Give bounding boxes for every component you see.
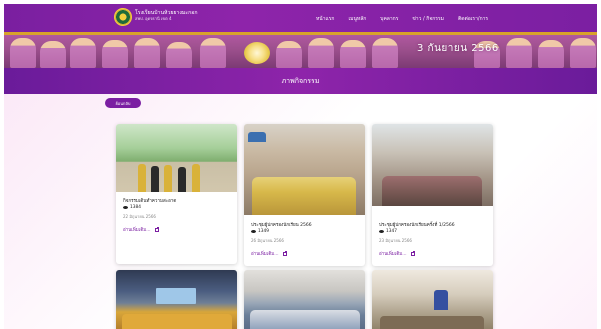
read-more-link[interactable]: อ่านเพิ่มเติม... bbox=[379, 250, 415, 257]
card-views: 1347 bbox=[379, 229, 397, 234]
photo-person bbox=[138, 164, 146, 192]
menu-item-news[interactable]: ข่าว / กิจกรรม bbox=[412, 15, 444, 23]
activity-photo[interactable] bbox=[372, 124, 493, 206]
card-views: 1349 bbox=[251, 229, 269, 234]
page-title: ภาพกิจกรรม bbox=[281, 76, 320, 85]
activity-photo[interactable] bbox=[116, 124, 237, 192]
photo-crowd bbox=[250, 310, 360, 329]
site-subtitle: สพป. อุดรธานี เขต 4 bbox=[135, 16, 172, 21]
browser-viewport: โรงเรียนบ้านห้วยยางมะกอก สพป. อุดรธานี เ… bbox=[4, 4, 597, 329]
banner-person bbox=[276, 41, 302, 68]
card-date: 22 มิถุนายน 2566 bbox=[123, 214, 156, 219]
activity-card[interactable] bbox=[116, 270, 237, 329]
site-brand[interactable]: โรงเรียนบ้านห้วยยางมะกอก สพป. อุดรธานี เ… bbox=[135, 10, 197, 22]
activity-photo[interactable] bbox=[244, 124, 365, 215]
back-button[interactable]: ย้อนกลับ bbox=[105, 98, 141, 108]
photo-person bbox=[192, 164, 200, 192]
photo-flag bbox=[434, 290, 448, 310]
read-more-link[interactable]: อ่านเพิ่มเติม... bbox=[251, 250, 287, 257]
menu-item-main[interactable]: เมนูหลัก bbox=[348, 15, 366, 23]
activity-card[interactable]: กิจกรรมเดินทำความสะอาด 1384 22 มิถุนายน … bbox=[116, 124, 237, 264]
hero-banner: 3 กันยายน 2566 bbox=[4, 32, 597, 68]
banner-person bbox=[372, 38, 398, 68]
card-views: 1384 bbox=[123, 205, 141, 210]
banner-person bbox=[308, 38, 334, 68]
banner-person bbox=[166, 42, 192, 68]
card-date: 23 มิถุนายน 2566 bbox=[379, 238, 412, 243]
activity-photo[interactable] bbox=[244, 270, 365, 329]
eye-icon bbox=[379, 230, 384, 233]
activity-card[interactable] bbox=[244, 270, 365, 329]
gallery-content: ย้อนกลับ กิจกรรมเดินทำความสะอาด 1384 22 … bbox=[4, 94, 597, 329]
card-title: กิจกรรมเดินทำความสะอาด bbox=[123, 199, 177, 204]
banner-person bbox=[570, 38, 596, 68]
card-date: 26 มิถุนายน 2566 bbox=[251, 238, 284, 243]
photo-crowd bbox=[252, 177, 356, 215]
read-more-label: อ่านเพิ่มเติม... bbox=[251, 252, 279, 257]
photo-crowd bbox=[380, 316, 484, 329]
school-logo-icon[interactable] bbox=[114, 8, 132, 26]
flower-bouquet bbox=[244, 42, 270, 64]
activity-card[interactable]: ประชุมผู้ปกครองนักเรียน 2566 1349 26 มิถ… bbox=[244, 124, 365, 266]
eye-icon bbox=[251, 230, 256, 233]
menu-item-contact[interactable]: ติดต่อเรา/การ bbox=[458, 15, 488, 23]
activity-photo[interactable] bbox=[372, 270, 493, 329]
photo-screen bbox=[156, 288, 196, 304]
external-link-icon bbox=[282, 251, 287, 256]
banner-date-text: 3 กันยายน 2566 bbox=[417, 43, 499, 54]
card-title: ประชุมผู้ปกครองนักเรียน 2566 bbox=[251, 223, 312, 228]
external-link-icon bbox=[154, 227, 159, 232]
photo-person bbox=[164, 165, 172, 192]
view-count: 1384 bbox=[130, 205, 141, 210]
banner-gold-strip bbox=[4, 32, 597, 35]
banner-person bbox=[506, 38, 532, 68]
activity-photo[interactable] bbox=[116, 270, 237, 329]
main-menu: หน้าแรก เมนูหลัก บุคลากร ข่าว / กิจกรรม … bbox=[316, 15, 488, 23]
banner-person bbox=[134, 38, 160, 68]
photo-crowd bbox=[122, 314, 232, 329]
read-more-label: อ่านเพิ่มเติม... bbox=[379, 252, 407, 257]
page-title-bar: ภาพกิจกรรม bbox=[4, 68, 597, 94]
external-link-icon bbox=[410, 251, 415, 256]
read-more-link[interactable]: อ่านเพิ่มเติม... bbox=[123, 226, 159, 233]
menu-item-home[interactable]: หน้าแรก bbox=[316, 15, 334, 23]
view-count: 1347 bbox=[386, 229, 397, 234]
photo-banner bbox=[248, 132, 266, 142]
eye-icon bbox=[123, 206, 128, 209]
card-title: ประชุมผู้ปกครองนักเรียนครั้งที่ 1/2566 bbox=[379, 223, 455, 228]
menu-item-staff[interactable]: บุคลากร bbox=[380, 15, 398, 23]
photo-person bbox=[151, 166, 159, 192]
view-count: 1349 bbox=[258, 229, 269, 234]
photo-crowd bbox=[382, 176, 482, 206]
banner-person bbox=[200, 38, 226, 68]
photo-person bbox=[178, 167, 186, 192]
banner-person bbox=[538, 40, 564, 68]
banner-person bbox=[40, 41, 66, 68]
activity-card[interactable] bbox=[372, 270, 493, 329]
activity-card[interactable]: ประชุมผู้ปกครองนักเรียนครั้งที่ 1/2566 1… bbox=[372, 124, 493, 266]
banner-person bbox=[102, 40, 128, 68]
banner-person bbox=[70, 38, 96, 68]
banner-person bbox=[10, 38, 36, 68]
top-navbar: โรงเรียนบ้านห้วยยางมะกอก สพป. อุดรธานี เ… bbox=[4, 4, 597, 32]
banner-person bbox=[340, 40, 366, 68]
read-more-label: อ่านเพิ่มเติม... bbox=[123, 228, 151, 233]
